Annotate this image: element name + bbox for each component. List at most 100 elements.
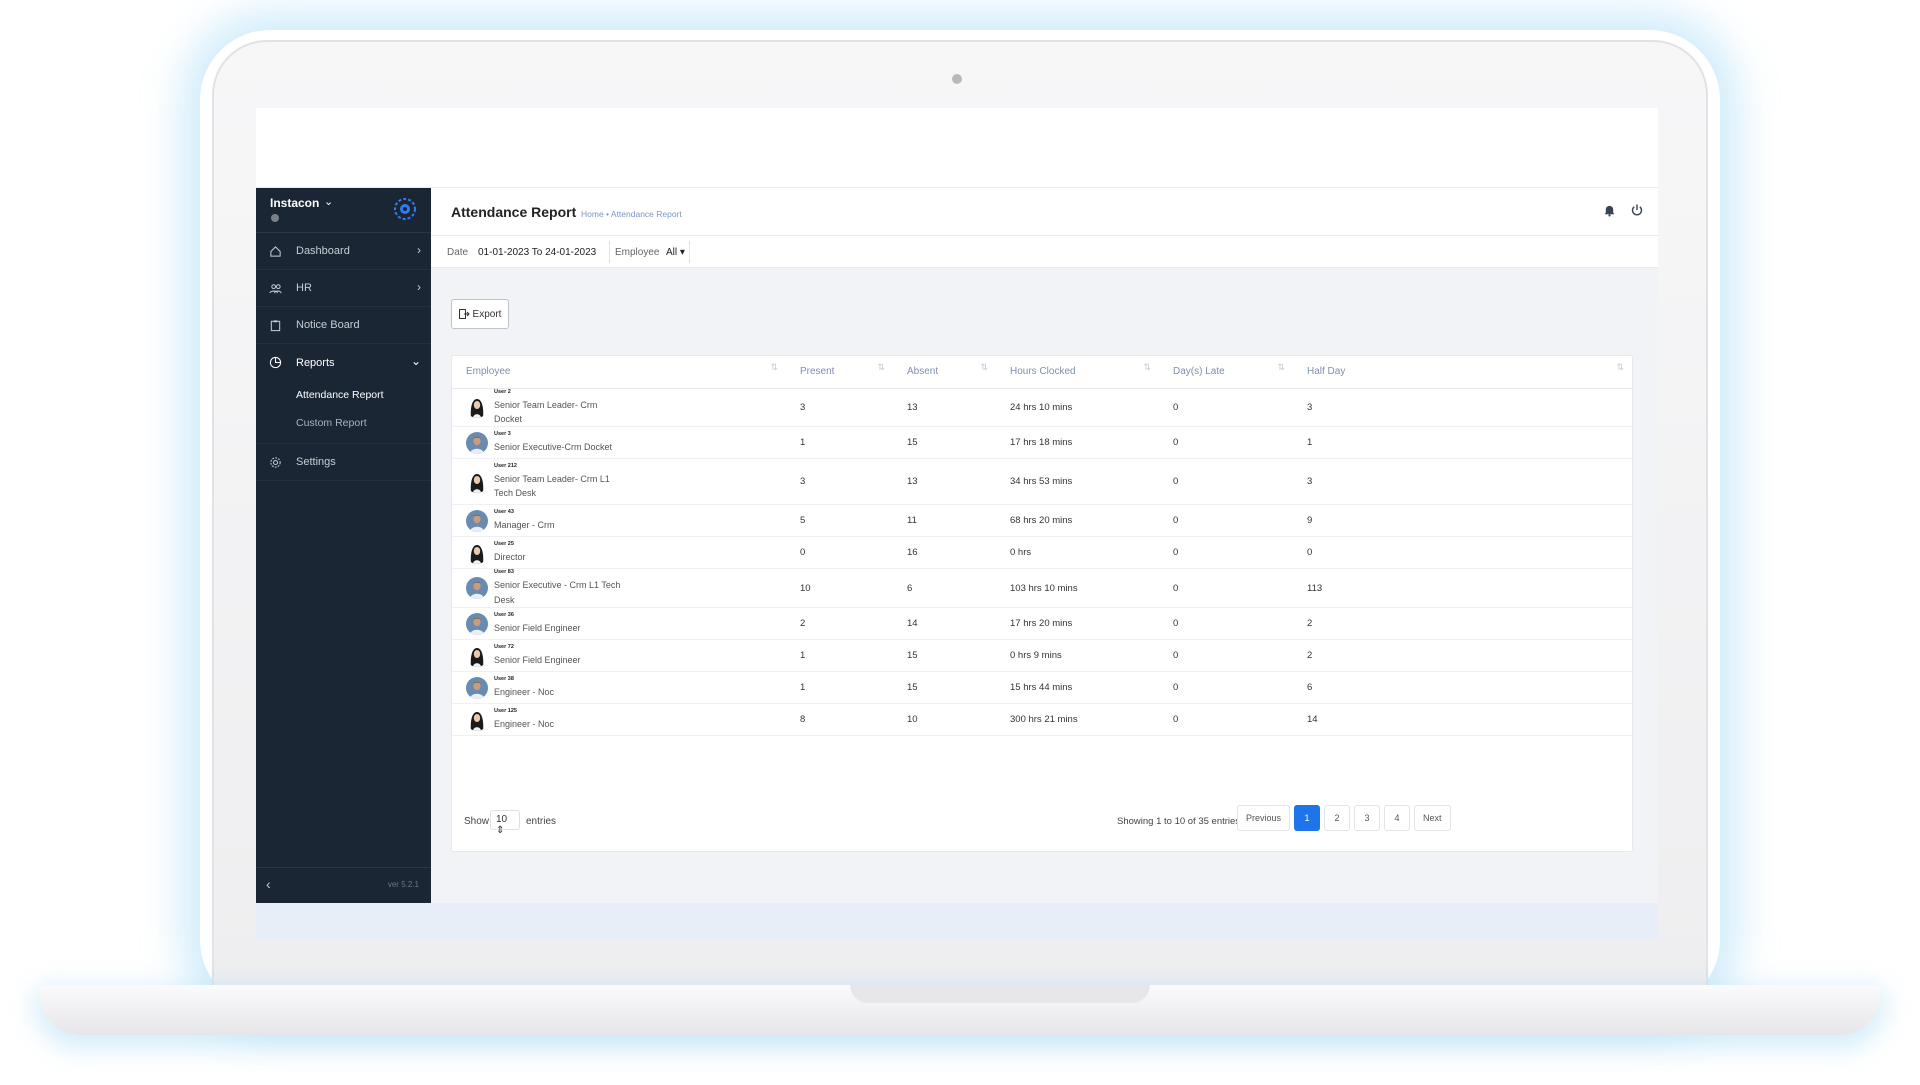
employee-name: User 25 [494, 541, 514, 548]
employee-name: User 212 [494, 462, 517, 469]
cell-half-day: 113 [1293, 568, 1632, 609]
cell-half-day: 1 [1293, 426, 1632, 460]
gear-icon [270, 457, 281, 468]
table-row[interactable]: User 43 Manager - Crm 5 11 68 hrs 20 mins 0 9 [452, 504, 1632, 538]
avatar [466, 708, 488, 731]
previous-page-button[interactable]: Previous [1237, 805, 1291, 831]
cell-half-day: 6 [1293, 671, 1632, 705]
employee-info[interactable]: User 72 Senior Field Engineer [466, 644, 786, 667]
employee-info[interactable]: User 212 Senior Team Leader- Crm L1 Tech … [466, 463, 786, 501]
sidebar-item-settings[interactable]: Settings [256, 444, 431, 481]
cell-absent: 13 [893, 388, 996, 428]
avatar [466, 431, 488, 454]
sort-icon[interactable]: ⇅ [1277, 362, 1285, 373]
cell-employee: User 38 Engineer - Noc [452, 671, 786, 705]
sidebar-item-notice-board[interactable]: Notice Board [256, 307, 431, 344]
column-header-employee[interactable]: Employee ⇅ [452, 356, 786, 389]
home-icon [270, 246, 281, 257]
export-button[interactable]: Export [451, 299, 509, 329]
employee-info[interactable]: User 43 Manager - Crm [466, 509, 786, 532]
employee-info[interactable]: User 36 Senior Field Engineer [466, 612, 786, 635]
employee-info[interactable]: User 38 Engineer - Noc [466, 676, 786, 699]
avatar [466, 470, 488, 493]
table-body: User 2 Senior Team Leader- Crm Docket 3 13 2… [452, 388, 1632, 737]
employee-text: User 125 Engineer - Noc [494, 708, 554, 731]
employee-role: Engineer - Noc [494, 686, 555, 697]
cell-absent: 15 [893, 639, 996, 673]
reports-submenu: Attendance Report Custom Report [256, 381, 431, 444]
page-button-4[interactable]: 4 [1384, 805, 1411, 831]
table-row[interactable]: User 212 Senior Team Leader- Crm L1 Tech … [452, 458, 1632, 506]
employee-role: Senior Executive-Crm Docket [494, 442, 613, 453]
employee-info[interactable]: User 125 Engineer - Noc [466, 708, 786, 731]
power-icon[interactable] [1630, 203, 1644, 217]
sort-icon[interactable]: ⇅ [1616, 362, 1624, 373]
attendance-table: Employee ⇅ Present ⇅ Absent ⇅ Hours Clocked… [452, 356, 1632, 737]
cell-employee: User 3 Senior Executive-Crm Docket [452, 426, 786, 460]
breadcrumb[interactable]: Home • Attendance Report [581, 209, 682, 219]
column-header-present[interactable]: Present ⇅ [786, 356, 893, 389]
page-size-value: 10 [496, 814, 508, 825]
avatar [466, 541, 488, 564]
table-row[interactable]: User 25 Director 0 16 0 hrs 0 0 [452, 536, 1632, 570]
sort-icon[interactable]: ⇅ [877, 362, 885, 373]
table-row[interactable]: User 38 Engineer - Noc 1 15 15 hrs 44 mins 0 6 [452, 671, 1632, 705]
bell-icon[interactable] [1603, 204, 1616, 217]
avatar [466, 644, 488, 667]
employee-text: User 38 Engineer - Noc [494, 676, 554, 699]
employee-role: Director [494, 552, 526, 563]
sidebar-item-dashboard[interactable]: Dashboard › [256, 233, 431, 270]
sidebar-item-hr[interactable]: HR › [256, 270, 431, 307]
cell-present: 0 [786, 536, 893, 570]
column-header-half-day[interactable]: Half Day ⇅ [1293, 356, 1632, 389]
column-header-absent[interactable]: Absent ⇅ [893, 356, 996, 389]
sidebar-item-reports[interactable]: Reports ⌄ [256, 344, 431, 381]
table-row[interactable]: User 83 Senior Executive - Crm L1 Tech De… [452, 568, 1632, 609]
employee-info[interactable]: User 2 Senior Team Leader- Crm Docket [466, 389, 786, 427]
cell-hours-clocked: 17 hrs 20 mins [996, 607, 1159, 641]
next-page-button[interactable]: Next [1414, 805, 1451, 831]
chevron-down-icon[interactable]: ⌄ [324, 195, 333, 208]
column-label: Half Day [1307, 366, 1346, 378]
page-button-3[interactable]: 3 [1354, 805, 1381, 831]
cell-absent: 14 [893, 607, 996, 641]
table-row[interactable]: User 36 Senior Field Engineer 2 14 17 hrs 20… [452, 607, 1632, 641]
laptop-notch [850, 985, 1150, 1003]
cell-employee: User 2 Senior Team Leader- Crm Docket [452, 388, 786, 428]
cell-hours-clocked: 17 hrs 18 mins [996, 426, 1159, 460]
collapse-sidebar-icon[interactable]: ‹ [266, 876, 271, 892]
table-footer: Show 10 ⇕ entries Showing 1 to 10 of 35 … [452, 793, 1632, 843]
employee-info[interactable]: User 3 Senior Executive-Crm Docket [466, 431, 786, 454]
sort-icon[interactable]: ⇅ [770, 362, 778, 373]
page-button-1[interactable]: 1 [1294, 805, 1321, 831]
table-row[interactable]: User 125 Engineer - Noc 8 10 300 hrs 21 mins… [452, 703, 1632, 737]
employee-filter-label: Employee [615, 247, 660, 258]
page-button-2[interactable]: 2 [1324, 805, 1351, 831]
employee-name: User 43 [494, 509, 514, 516]
sidebar-subitem-custom-report[interactable]: Custom Report [256, 409, 431, 437]
table-row[interactable]: User 2 Senior Team Leader- Crm Docket 3 13 2… [452, 388, 1632, 428]
sidebar-item-label: Settings [296, 456, 336, 468]
sort-icon[interactable]: ⇅ [980, 362, 988, 373]
cell-employee: User 125 Engineer - Noc [452, 703, 786, 737]
date-range-field[interactable]: 01-01-2023 To 24-01-2023 [478, 247, 596, 258]
employee-select[interactable]: All ▾ [666, 247, 685, 258]
sort-icon[interactable]: ⇅ [1143, 362, 1151, 373]
table-row[interactable]: User 3 Senior Executive-Crm Docket 1 15 17 h… [452, 426, 1632, 460]
page-size-select[interactable]: 10 ⇕ [490, 810, 520, 836]
sidebar-subitem-attendance-report[interactable]: Attendance Report [256, 381, 431, 409]
employee-info[interactable]: User 83 Senior Executive - Crm L1 Tech De… [466, 569, 786, 607]
cell-present: 1 [786, 426, 893, 460]
table-row[interactable]: User 72 Senior Field Engineer 1 15 0 hrs 9 m… [452, 639, 1632, 673]
cell-present: 2 [786, 607, 893, 641]
brand-header[interactable]: Instacon ⌄ [256, 188, 431, 233]
column-header-hours-clocked[interactable]: Hours Clocked ⇅ [996, 356, 1159, 389]
cell-days-late: 0 [1159, 504, 1293, 538]
cell-days-late: 0 [1159, 639, 1293, 673]
employee-text: User 212 Senior Team Leader- Crm L1 Tech … [494, 463, 624, 501]
column-header-days-late[interactable]: Day(s) Late ⇅ [1159, 356, 1293, 389]
employee-role: Manager - Crm [494, 520, 555, 531]
laptop-base [40, 985, 1880, 1035]
employee-info[interactable]: User 25 Director [466, 541, 786, 564]
attendance-table-card: Employee ⇅ Present ⇅ Absent ⇅ Hours Clocked… [451, 355, 1633, 852]
